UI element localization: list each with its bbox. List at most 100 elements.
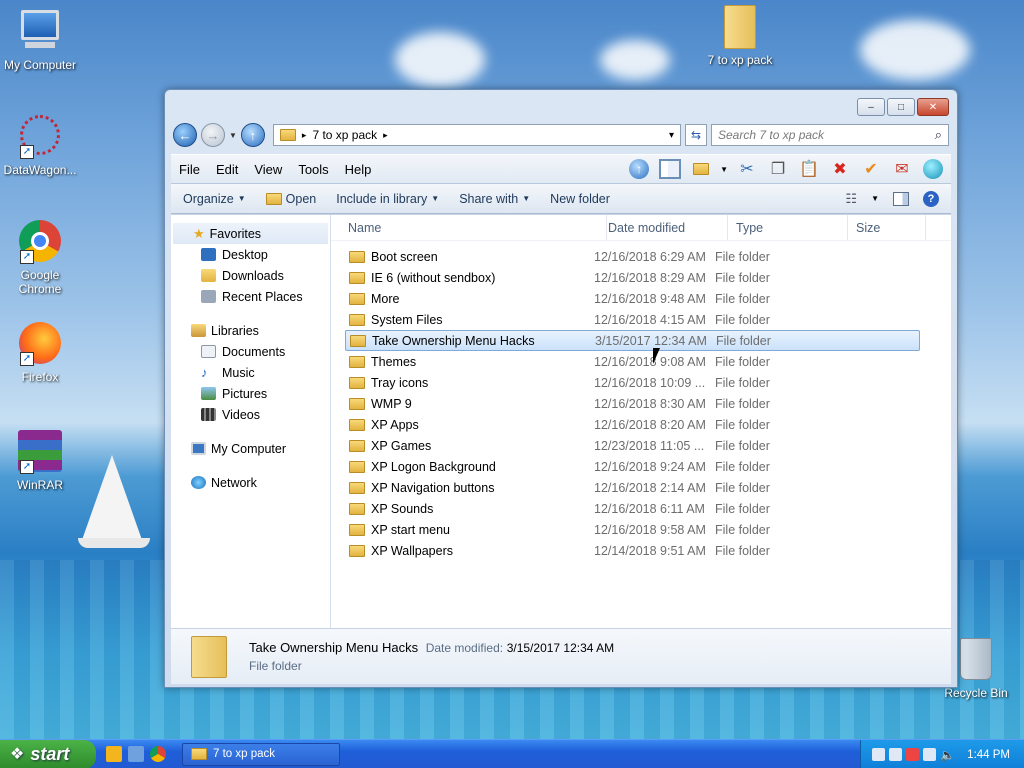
clock[interactable]: 1:44 PM	[967, 749, 1010, 761]
table-row[interactable]: Boot screen 12/16/2018 6:29 AM File folder	[345, 246, 920, 267]
nav-item-pictures[interactable]: Pictures	[171, 383, 330, 404]
help-icon[interactable]: ?	[923, 190, 939, 207]
back-button[interactable]: ←	[173, 123, 197, 147]
table-row[interactable]: Themes 12/16/2018 9:08 AM File folder	[345, 351, 920, 372]
globe-icon[interactable]	[921, 158, 945, 180]
views-icon[interactable]	[689, 158, 713, 180]
address-bar[interactable]: ▸ 7 to xp pack ▸ ▾	[272, 124, 681, 146]
desktop-icon-my-computer[interactable]: My Computer	[0, 10, 80, 72]
desktop-icon-chrome[interactable]: ➚ Google Chrome	[0, 220, 80, 296]
nav-network[interactable]: Network	[171, 472, 330, 493]
forward-button[interactable]: →	[201, 123, 225, 147]
menu-help[interactable]: Help	[337, 162, 380, 177]
volume-icon[interactable]: 🔈	[940, 748, 955, 762]
start-button[interactable]: ❖ start	[0, 739, 96, 768]
column-type[interactable]: Type	[728, 215, 848, 240]
column-date-modified[interactable]: Date modified	[607, 215, 728, 240]
shortcut-arrow-icon: ➚	[20, 250, 34, 264]
search-icon[interactable]: ⌕	[935, 127, 942, 143]
organize-button[interactable]: Organize ▼	[171, 192, 256, 206]
delete-icon[interactable]: ✖	[828, 158, 852, 180]
column-headers: Name Date modified Type Size	[331, 215, 951, 241]
breadcrumb-separator-icon[interactable]: ▸	[383, 130, 388, 141]
type-cell: File folder	[715, 438, 770, 453]
desktop-icon-winrar[interactable]: ➚ WinRAR	[0, 430, 80, 492]
table-row[interactable]: XP start menu 12/16/2018 9:58 AM File fold…	[345, 519, 920, 540]
history-dropdown-icon[interactable]: ▼	[229, 131, 237, 140]
table-row[interactable]: WMP 9 12/16/2018 8:30 AM File folder	[345, 393, 920, 414]
views-dropdown-icon[interactable]: ▼	[720, 165, 728, 174]
breadcrumb-separator-icon[interactable]: ▸	[302, 130, 307, 141]
column-size[interactable]: Size	[848, 215, 926, 240]
nav-item-videos[interactable]: Videos	[171, 404, 330, 425]
nav-favorites[interactable]: ★ Favorites	[173, 223, 328, 244]
nav-item-music[interactable]: ♪ Music	[171, 362, 330, 383]
nav-item-desktop[interactable]: Desktop	[171, 244, 330, 265]
folders-pane-icon[interactable]	[658, 158, 682, 180]
preview-pane-icon[interactable]	[893, 191, 909, 206]
details-date-value: 3/15/2017 12:34 AM	[506, 641, 615, 655]
open-button[interactable]: Open	[256, 192, 327, 206]
tray-network-icon[interactable]	[889, 748, 903, 761]
table-row[interactable]: XP Wallpapers 12/14/2018 9:51 AM File fold…	[345, 540, 920, 561]
up-folder-icon[interactable]: ↑	[627, 158, 651, 180]
new-folder-button[interactable]: New folder	[540, 192, 620, 206]
up-button[interactable]: ↑	[240, 123, 265, 147]
nav-my-computer[interactable]: My Computer	[171, 438, 330, 459]
table-row[interactable]: XP Games 12/23/2018 11:05 ... File folder	[345, 435, 920, 456]
tray-security-icon[interactable]	[906, 748, 920, 761]
menu-tools[interactable]: Tools	[290, 162, 336, 177]
desktop-icon-firefox[interactable]: ➚ Firefox	[0, 322, 80, 384]
menu-view[interactable]: View	[246, 162, 290, 177]
table-row[interactable]: XP Sounds 12/16/2018 6:11 AM File folder	[345, 498, 920, 519]
desktop-icon-datawagon[interactable]: ➚ DataWagon...	[0, 115, 80, 177]
column-name[interactable]: Name	[331, 215, 607, 240]
address-dropdown-icon[interactable]: ▾	[669, 130, 674, 141]
table-row[interactable]: System Files 12/16/2018 4:15 AM File folde…	[345, 309, 920, 330]
up-arrow-icon: ↑	[249, 127, 257, 143]
breadcrumb-current[interactable]: 7 to xp pack	[312, 128, 377, 142]
nav-item-recent-places[interactable]: Recent Places	[171, 286, 330, 307]
menu-edit[interactable]: Edit	[208, 162, 246, 177]
paste-icon[interactable]: 📋	[797, 158, 821, 180]
nav-item-documents[interactable]: Documents	[171, 341, 330, 362]
include-in-library-button[interactable]: Include in library ▼	[326, 192, 449, 206]
desktop-icon-7-to-xp-pack[interactable]: 7 to xp pack	[700, 5, 780, 67]
menu-file[interactable]: File	[171, 162, 208, 177]
maximize-button[interactable]: □	[887, 98, 915, 116]
tray-app-icon[interactable]	[872, 748, 886, 761]
desktop-icon-label: DataWagon...	[3, 163, 77, 177]
table-row[interactable]: Take Ownership Menu Hacks 3/15/2017 12:34…	[345, 330, 920, 351]
minimize-button[interactable]: –	[857, 98, 885, 116]
properties-icon[interactable]: ✉	[890, 158, 914, 180]
table-row[interactable]: Tray icons 12/16/2018 10:09 ... File folde…	[345, 372, 920, 393]
undo-check-icon[interactable]: ✔	[859, 158, 883, 180]
table-row[interactable]: XP Apps 12/16/2018 8:20 AM File folder	[345, 414, 920, 435]
folder-icon	[279, 129, 296, 141]
nav-network-label: Network	[211, 475, 257, 490]
media-player-icon[interactable]	[106, 746, 122, 762]
table-row[interactable]: IE 6 (without sendbox) 12/16/2018 8:29 AM…	[345, 267, 920, 288]
view-dropdown-icon[interactable]: ▼	[871, 194, 879, 203]
table-row[interactable]: More 12/16/2018 9:48 AM File folder	[345, 288, 920, 309]
close-button[interactable]: ✕	[917, 98, 949, 116]
tray-display-icon[interactable]	[923, 748, 937, 761]
music-icon: ♪	[201, 365, 208, 380]
refresh-button[interactable]: ⇆	[685, 124, 707, 146]
file-name-cell: System Files	[345, 313, 594, 327]
command-bar: Organize ▼ Open Include in library ▼ Sha…	[171, 184, 951, 214]
taskbar-item-7-to-xp-pack[interactable]: 7 to xp pack	[182, 742, 340, 766]
folder-icon	[191, 748, 207, 760]
search-input[interactable]: Search 7 to xp pack ⌕	[711, 124, 949, 146]
folder-icon	[349, 523, 365, 536]
table-row[interactable]: XP Logon Background 12/16/2018 9:24 AM Fil…	[345, 456, 920, 477]
share-with-button[interactable]: Share with ▼	[449, 192, 540, 206]
chrome-icon[interactable]	[150, 746, 166, 762]
nav-item-downloads[interactable]: Downloads	[171, 265, 330, 286]
change-view-icon[interactable]: ☷	[845, 191, 857, 207]
copy-icon[interactable]: ❐	[766, 158, 790, 180]
table-row[interactable]: XP Navigation buttons 12/16/2018 2:14 AM F…	[345, 477, 920, 498]
explorer-icon[interactable]	[128, 746, 144, 762]
nav-libraries[interactable]: Libraries	[171, 320, 330, 341]
cut-icon[interactable]: ✂	[735, 158, 759, 180]
